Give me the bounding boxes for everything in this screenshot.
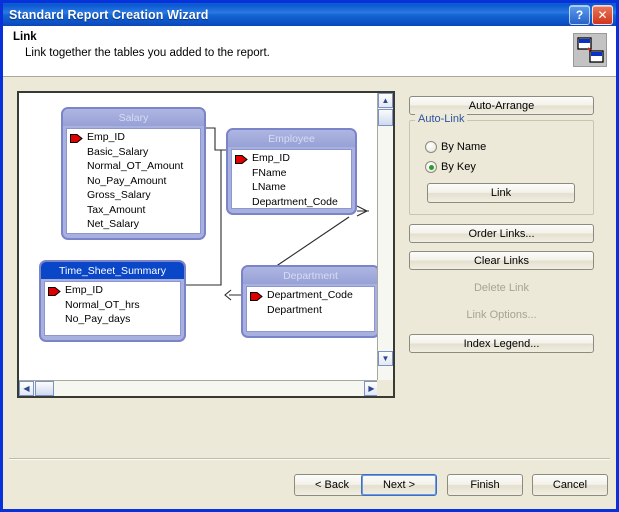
entity-field-label: Normal_OT_Amount bbox=[87, 160, 184, 172]
entity-field-label: Gross_Salary bbox=[87, 189, 151, 201]
page-title: Link bbox=[13, 31, 37, 43]
help-button[interactable]: ? bbox=[569, 5, 590, 25]
entity-field[interactable]: Department_Code bbox=[247, 288, 374, 303]
window-title: Standard Report Creation Wizard bbox=[9, 7, 209, 22]
entity-field[interactable]: Department_Code bbox=[232, 195, 351, 210]
primary-key-icon bbox=[250, 291, 263, 301]
entity-field-label: No_Pay_Amount bbox=[87, 174, 167, 187]
entity-field-label: Department bbox=[267, 303, 322, 316]
scroll-up-button[interactable]: ▲ bbox=[378, 93, 393, 108]
order-links-button[interactable]: Order Links... bbox=[409, 224, 594, 243]
entity-field[interactable]: Normal_OT_hrs bbox=[45, 298, 180, 313]
entity-table-fields: Department_Code Department bbox=[246, 286, 375, 332]
wizard-dialog: Standard Report Creation Wizard ? ✕ Link… bbox=[0, 0, 619, 512]
radio-by-name[interactable]: By Name bbox=[425, 141, 486, 153]
radio-by-key[interactable]: By Key bbox=[425, 161, 476, 173]
horizontal-scroll-thumb[interactable] bbox=[35, 381, 54, 396]
entity-field[interactable]: Gross_Salary bbox=[67, 188, 200, 203]
canvas-horizontal-scrollbar[interactable]: ◀ ▶ bbox=[19, 380, 379, 396]
radio-by-key-label: By Key bbox=[441, 161, 476, 173]
page-subtitle: Link together the tables you added to th… bbox=[25, 47, 270, 59]
vertical-scroll-thumb[interactable] bbox=[378, 109, 393, 126]
entity-field[interactable]: No_Pay_Amount bbox=[67, 174, 200, 189]
entity-field-label: Emp_ID bbox=[87, 131, 125, 143]
back-button[interactable]: < Back bbox=[294, 474, 370, 496]
header-band: Link Link together the tables you added … bbox=[3, 26, 616, 77]
entity-table-employee[interactable]: Employee Emp_ID FName LName Department_Code bbox=[226, 128, 357, 215]
delete-link-button: Delete Link bbox=[473, 281, 530, 294]
entity-table-department[interactable]: Department Department_Code Department bbox=[241, 265, 380, 338]
entity-field-label: FName bbox=[252, 166, 287, 179]
entity-table-fields: Emp_ID Basic_Salary Normal_OT_Amount No_Pay… bbox=[66, 128, 201, 234]
entity-field[interactable]: Normal_OT_Amount bbox=[67, 159, 200, 174]
title-bar: Standard Report Creation Wizard ? ✕ bbox=[3, 3, 616, 26]
next-button[interactable]: Next > bbox=[361, 474, 437, 496]
entity-field[interactable]: Basic_Salary bbox=[67, 145, 200, 160]
close-button[interactable]: ✕ bbox=[592, 5, 613, 25]
entity-table-time_sheet_summary[interactable]: Time_Sheet_Summary Emp_ID Normal_OT_hrs No_… bbox=[39, 260, 186, 342]
entity-field-label: Emp_ID bbox=[252, 152, 290, 164]
entity-field-label: Department_Code bbox=[252, 195, 338, 208]
link-canvas-container: Salary Emp_ID Basic_Salary Normal_OT_Amount… bbox=[17, 91, 395, 398]
entity-table-header[interactable]: Salary bbox=[63, 109, 204, 126]
entity-table-fields: Emp_ID Normal_OT_hrs No_Pay_days bbox=[44, 281, 181, 336]
link-button[interactable]: Link bbox=[427, 183, 575, 203]
radio-by-key-indicator bbox=[425, 161, 437, 173]
entity-table-fields: Emp_ID FName LName Department_Code bbox=[231, 149, 352, 209]
auto-link-group-label: Auto-Link bbox=[415, 113, 468, 125]
link-canvas[interactable]: Salary Emp_ID Basic_Salary Normal_OT_Amount… bbox=[19, 93, 380, 382]
entity-table-header[interactable]: Department bbox=[243, 267, 378, 284]
title-bar-buttons: ? ✕ bbox=[569, 5, 613, 25]
entity-field-label: No_Pay_days bbox=[65, 313, 131, 325]
scrollbar-corner bbox=[377, 380, 393, 396]
linked-tables-icon bbox=[573, 33, 607, 67]
entity-field[interactable]: FName bbox=[232, 166, 351, 181]
entity-field[interactable]: Emp_ID bbox=[67, 130, 200, 145]
entity-table-header[interactable]: Time_Sheet_Summary bbox=[41, 262, 184, 279]
primary-key-icon bbox=[48, 286, 61, 296]
scroll-left-button[interactable]: ◀ bbox=[19, 381, 34, 396]
entity-field-label: Emp_ID bbox=[65, 284, 103, 296]
entity-field-label: LName bbox=[252, 181, 286, 193]
cancel-button[interactable]: Cancel bbox=[532, 474, 608, 496]
entity-field-label: Basic_Salary bbox=[87, 145, 149, 158]
entity-field[interactable]: Net_Salary bbox=[67, 217, 200, 232]
entity-field-label: Tax_Amount bbox=[87, 203, 146, 216]
entity-field[interactable]: Emp_ID bbox=[45, 283, 180, 298]
primary-key-icon bbox=[235, 154, 248, 164]
footer-separator-highlight bbox=[9, 459, 610, 460]
clear-links-button[interactable]: Clear Links bbox=[409, 251, 594, 270]
index-legend-button[interactable]: Index Legend... bbox=[409, 334, 594, 353]
link-options-button: Link Options... bbox=[466, 308, 537, 321]
entity-field[interactable]: No_Pay_days bbox=[45, 312, 180, 327]
entity-table-salary[interactable]: Salary Emp_ID Basic_Salary Normal_OT_Amount… bbox=[61, 107, 206, 240]
entity-field[interactable]: Emp_ID bbox=[232, 151, 351, 166]
finish-button[interactable]: Finish bbox=[447, 474, 523, 496]
entity-field-label: Department_Code bbox=[267, 289, 353, 301]
primary-key-icon bbox=[70, 133, 83, 143]
entity-field-label: Normal_OT_hrs bbox=[65, 298, 140, 311]
radio-by-name-indicator bbox=[425, 141, 437, 153]
radio-by-name-label: By Name bbox=[441, 141, 487, 153]
entity-table-header[interactable]: Employee bbox=[228, 130, 355, 147]
entity-field[interactable]: Tax_Amount bbox=[67, 203, 200, 218]
canvas-vertical-scrollbar[interactable]: ▲ ▼ bbox=[377, 93, 393, 382]
entity-field[interactable]: LName bbox=[232, 180, 351, 195]
entity-field-label: Net_Salary bbox=[87, 218, 139, 230]
scroll-down-button[interactable]: ▼ bbox=[378, 351, 393, 366]
entity-field[interactable]: Department bbox=[247, 303, 374, 318]
